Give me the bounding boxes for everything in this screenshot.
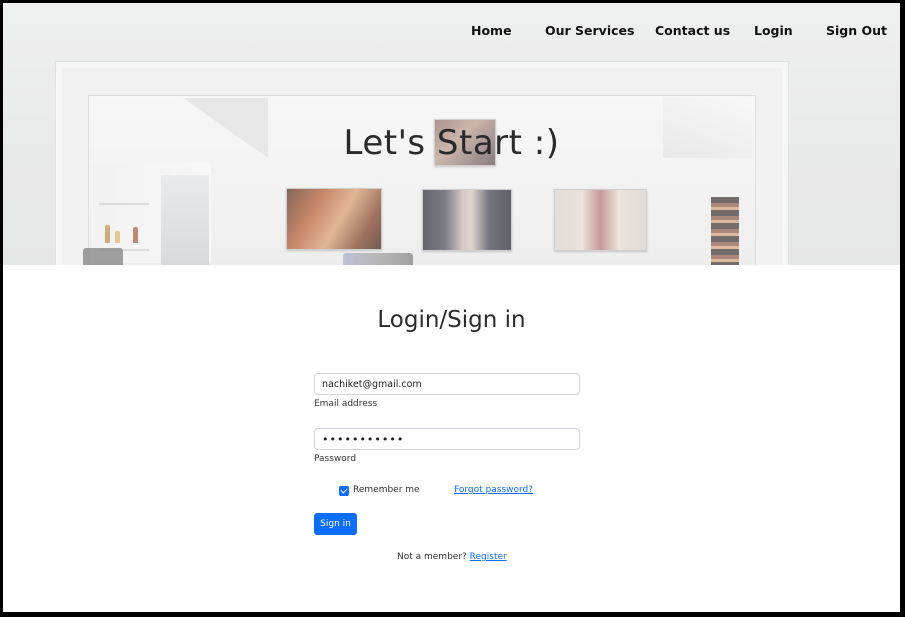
hero-title: Let's Start :) xyxy=(343,123,560,163)
remember-me-label: Remember me xyxy=(353,485,420,495)
email-input[interactable] xyxy=(314,373,580,395)
password-label: Password xyxy=(314,454,357,464)
nav-login-link[interactable]: Login xyxy=(754,23,793,38)
register-prompt: Not a member? Register xyxy=(397,552,507,562)
password-input[interactable] xyxy=(314,428,580,450)
page: Home Our Services Contact us Login Sign … xyxy=(3,3,900,612)
top-nav: Home Our Services Contact us Login Sign … xyxy=(3,23,900,43)
register-prompt-text: Not a member? xyxy=(397,552,470,562)
register-link[interactable]: Register xyxy=(470,552,507,562)
hero-banner: Home Our Services Contact us Login Sign … xyxy=(3,3,900,265)
form-title: Login/Sign in xyxy=(377,307,526,333)
nav-signout-link[interactable]: Sign Out xyxy=(826,23,887,38)
forgot-password-link[interactable]: Forgot password? xyxy=(454,485,533,495)
sign-in-button[interactable]: Sign in xyxy=(314,513,357,535)
nav-home-link[interactable]: Home xyxy=(471,23,512,38)
nav-contact-link[interactable]: Contact us xyxy=(655,23,730,38)
nav-services-link[interactable]: Our Services xyxy=(545,23,634,38)
remember-me-checkbox[interactable] xyxy=(339,486,349,496)
email-label: Email address xyxy=(314,399,378,409)
